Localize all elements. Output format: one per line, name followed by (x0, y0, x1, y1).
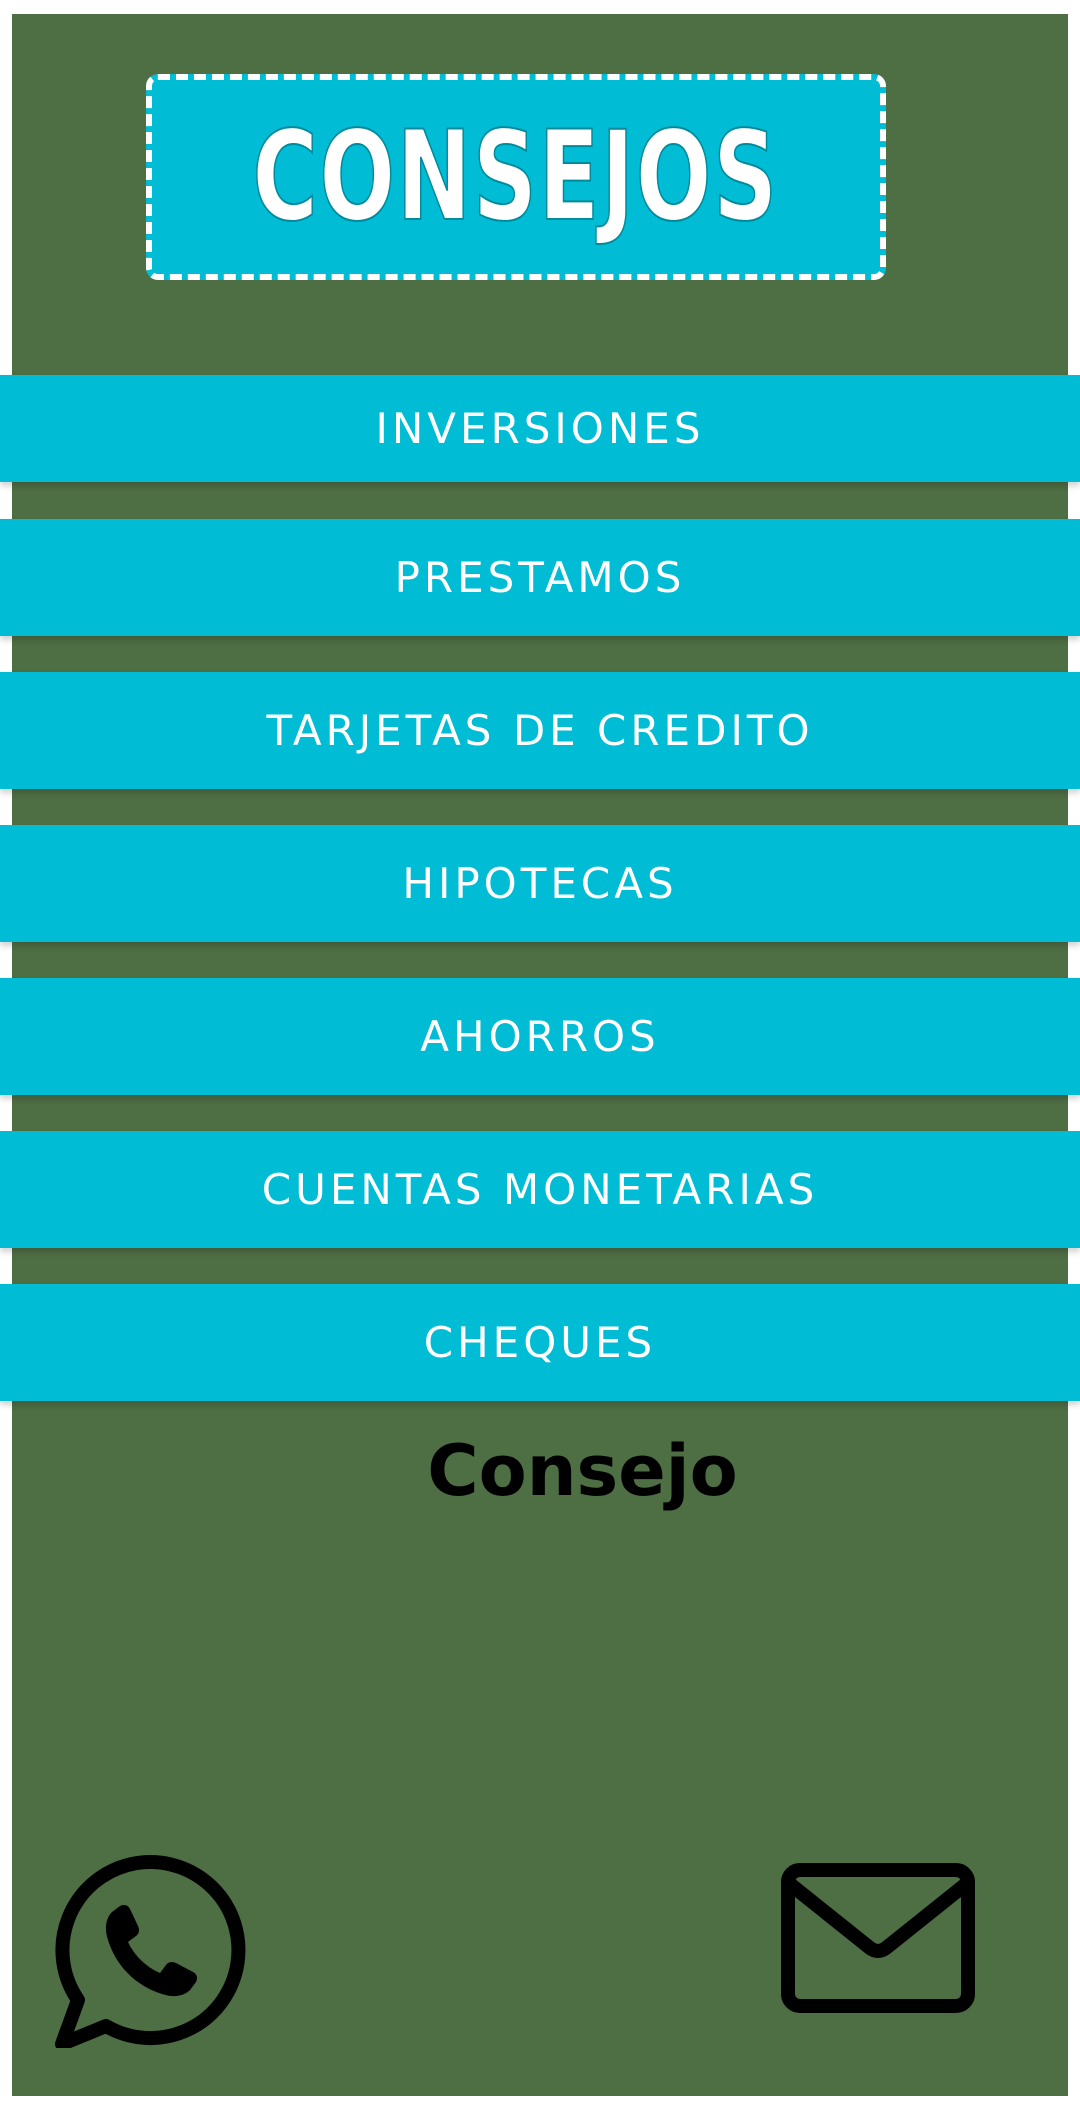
page-title-box: CONSEJOS (146, 74, 886, 280)
menu-button-hipotecas[interactable]: HIPOTECAS (0, 825, 1080, 942)
whatsapp-icon[interactable] (50, 1848, 250, 2051)
menu-button-tarjetas-de-credito[interactable]: TARJETAS DE CREDITO (0, 672, 1080, 789)
page-title: CONSEJOS (252, 105, 780, 249)
menu-button-ahorros[interactable]: AHORROS (0, 978, 1080, 1095)
consejo-label: Consejo (427, 1430, 738, 1512)
menu-button-cheques[interactable]: CHEQUES (0, 1284, 1080, 1401)
menu-button-prestamos[interactable]: PRESTAMOS (0, 519, 1080, 636)
mail-icon[interactable] (780, 1862, 976, 2014)
menu-button-cuentas-monetarias[interactable]: CUENTAS MONETARIAS (0, 1131, 1080, 1248)
menu-button-inversiones[interactable]: INVERSIONES (0, 375, 1080, 482)
